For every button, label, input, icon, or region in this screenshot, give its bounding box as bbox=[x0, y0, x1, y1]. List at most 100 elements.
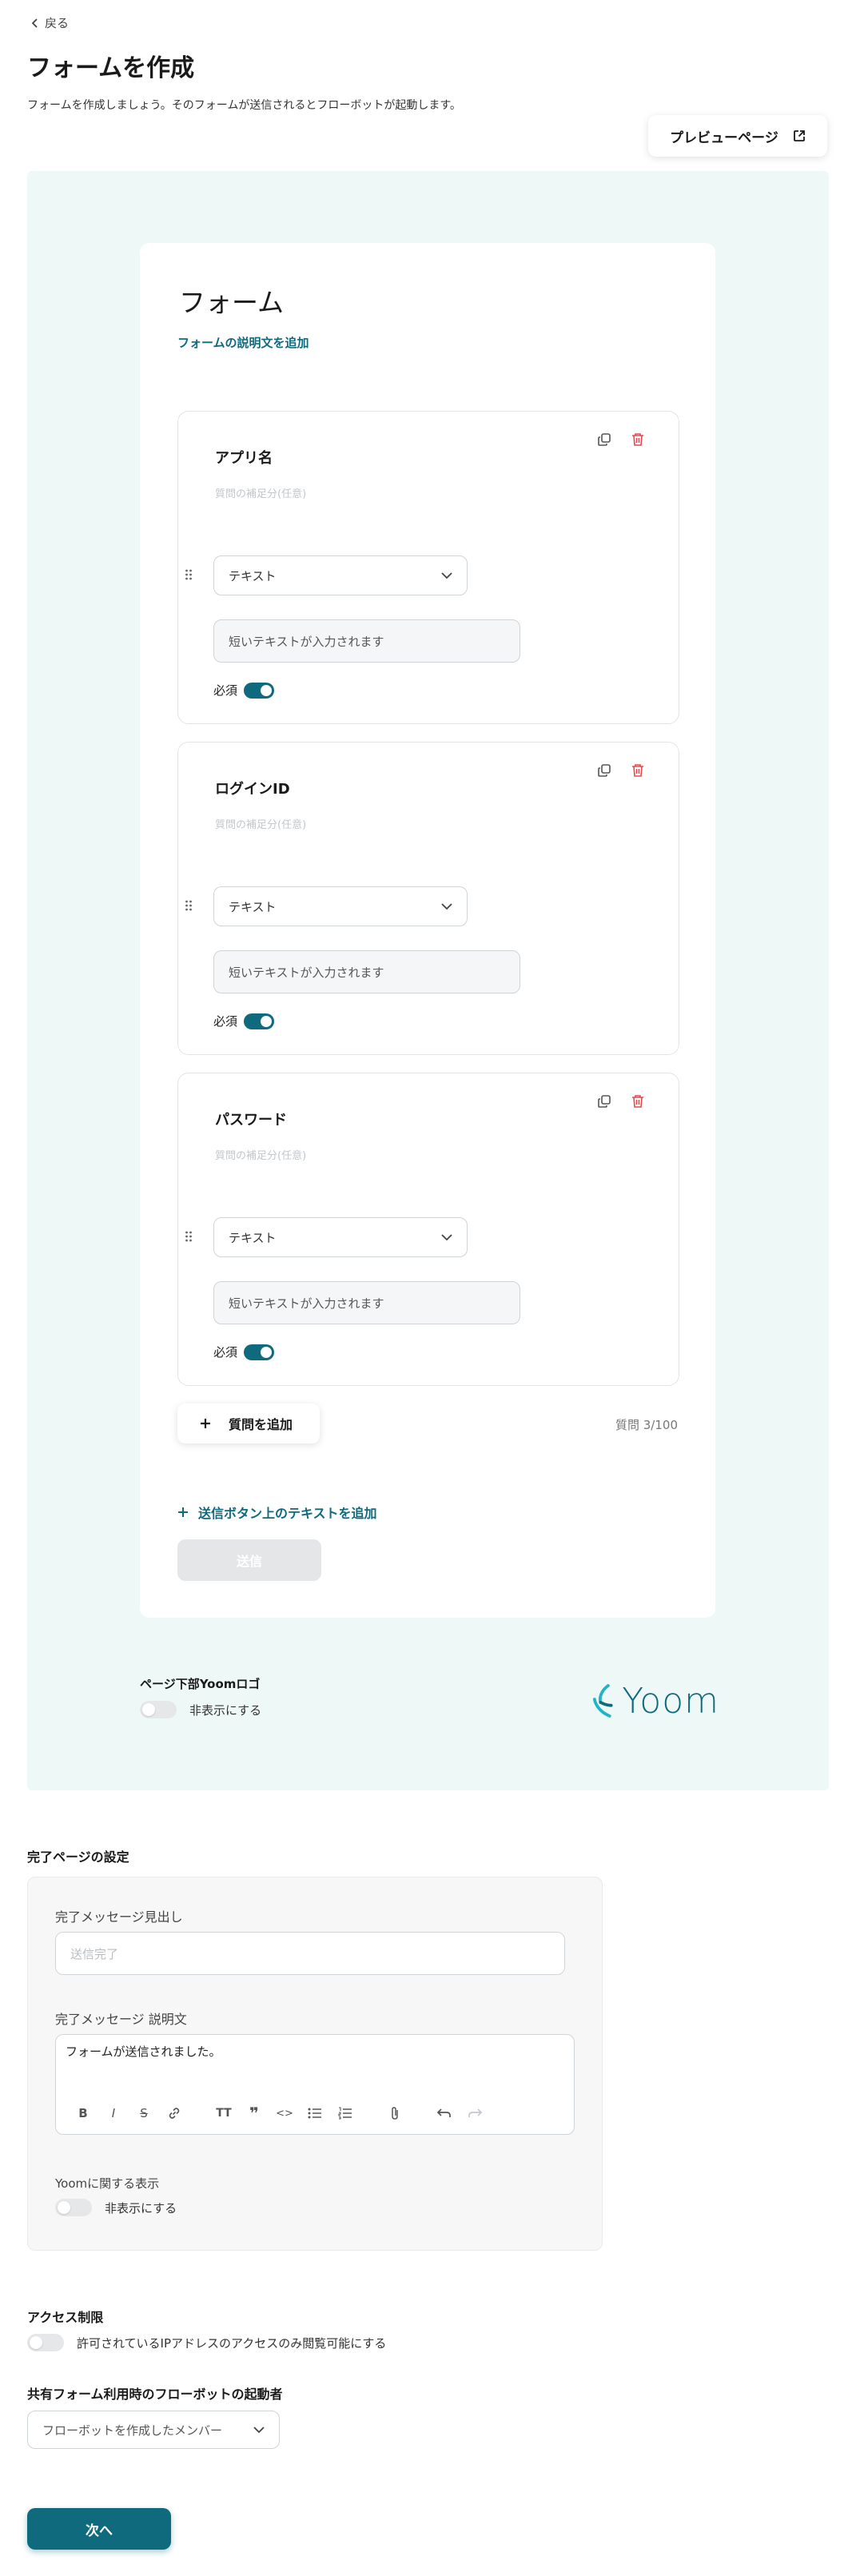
required-label: 必須 bbox=[213, 1345, 238, 1360]
shared-form-section-title: 共有フォーム利用時のフローボットの起動者 bbox=[27, 2387, 283, 2402]
required-toggle[interactable] bbox=[244, 1013, 275, 1029]
italic-icon[interactable]: I bbox=[104, 2104, 123, 2123]
heading-field-label: 完了メッセージ見出し bbox=[55, 1909, 183, 1925]
access-section-title: アクセス制限 bbox=[27, 2310, 104, 2325]
question-card: アプリ名質問の補足分(任意) テキスト短いテキストが入力されます必須 bbox=[177, 411, 679, 724]
plus-icon bbox=[201, 1419, 210, 1428]
complete-page-section-title: 完了ページの設定 bbox=[27, 1849, 129, 1865]
plus-icon bbox=[178, 1507, 188, 1517]
question-count: 質問 3/100 bbox=[615, 1418, 678, 1432]
chevron-down-icon bbox=[253, 2427, 265, 2434]
required-label: 必須 bbox=[213, 683, 238, 698]
required-toggle[interactable] bbox=[244, 682, 275, 699]
form-title[interactable]: フォーム bbox=[179, 281, 284, 320]
add-form-description-link[interactable]: フォームの説明文を追加 bbox=[177, 334, 309, 351]
question-type-select[interactable]: テキスト bbox=[213, 555, 468, 595]
hide-yoom-display-label: 非表示にする bbox=[105, 2200, 177, 2216]
chevron-down-icon bbox=[441, 572, 452, 579]
question-hint[interactable]: 質問の補足分(任意) bbox=[215, 485, 306, 500]
code-icon[interactable]: <> bbox=[275, 2104, 294, 2123]
page-title: フォームを作成 bbox=[27, 54, 195, 82]
complete-page-settings-box: 完了メッセージ見出し 送信完了 完了メッセージ 説明文 フォームが送信されました… bbox=[27, 1877, 603, 2251]
trash-icon[interactable] bbox=[629, 1093, 647, 1110]
editor-content[interactable]: フォームが送信されました。 bbox=[66, 2043, 221, 2060]
link-icon[interactable] bbox=[165, 2104, 184, 2123]
trash-icon[interactable] bbox=[629, 762, 647, 779]
external-link-icon bbox=[793, 130, 805, 141]
redo-icon[interactable] bbox=[465, 2104, 484, 2123]
duplicate-icon[interactable] bbox=[595, 431, 613, 448]
required-row: 必須 bbox=[213, 682, 275, 699]
question-type-select[interactable]: テキスト bbox=[213, 886, 468, 926]
hide-logo-label: 非表示にする bbox=[189, 1702, 262, 1718]
answer-preview-input[interactable]: 短いテキストが入力されます bbox=[213, 619, 520, 663]
complete-heading-input[interactable]: 送信完了 bbox=[55, 1932, 565, 1975]
question-actions bbox=[595, 431, 647, 448]
quote-icon[interactable]: ❞ bbox=[245, 2104, 264, 2123]
numbered-list-icon[interactable] bbox=[336, 2104, 355, 2123]
question-title[interactable]: アプリ名 bbox=[215, 447, 273, 468]
question-type-value: テキスト bbox=[229, 899, 277, 914]
back-label: 戻る bbox=[45, 16, 70, 30]
yoom-logo-mark-icon bbox=[592, 1684, 613, 1718]
chevron-down-icon bbox=[441, 1234, 452, 1241]
bold-icon[interactable]: B bbox=[74, 2104, 93, 2123]
required-label: 必須 bbox=[213, 1014, 238, 1029]
trash-icon[interactable] bbox=[629, 431, 647, 448]
editor-toolbar: B I S TT ❞ <> bbox=[74, 2104, 484, 2123]
question-card: ログインID 質問の補足分(任意) テキスト短いテキストが入力されます必須 bbox=[177, 742, 679, 1055]
required-toggle[interactable] bbox=[244, 1344, 275, 1360]
question-actions bbox=[595, 762, 647, 779]
strikethrough-icon[interactable]: S bbox=[134, 2104, 153, 2123]
page-description: フォームを作成しましょう。そのフォームが送信されるとフローボットが起動します。 bbox=[27, 99, 461, 112]
yoom-logo: Yoom bbox=[591, 1677, 719, 1725]
bullet-list-icon[interactable] bbox=[305, 2104, 324, 2123]
question-type-select[interactable]: テキスト bbox=[213, 1217, 468, 1257]
question-type-value: テキスト bbox=[229, 1230, 277, 1245]
question-actions bbox=[595, 1093, 647, 1110]
attachment-icon[interactable] bbox=[385, 2104, 404, 2123]
question-title[interactable]: パスワード bbox=[215, 1109, 287, 1129]
add-question-button[interactable]: 質問を追加 bbox=[177, 1403, 320, 1443]
chevron-down-icon bbox=[441, 903, 452, 910]
launcher-selected-value: フローボットを作成したメンバー bbox=[42, 2423, 223, 2438]
logo-setting-label: ページ下部Yoomロゴ bbox=[140, 1677, 261, 1691]
answer-preview-input[interactable]: 短いテキストが入力されます bbox=[213, 1281, 520, 1324]
drag-handle-icon[interactable] bbox=[185, 568, 196, 584]
preview-label: プレビューページ bbox=[670, 129, 778, 146]
hide-logo-toggle[interactable] bbox=[140, 1701, 177, 1718]
add-submit-text-label: 送信ボタン上のテキストを追加 bbox=[198, 1506, 377, 1521]
drag-handle-icon[interactable] bbox=[185, 1230, 196, 1246]
ip-restriction-label: 許可されているIPアドレスのアクセスのみ閲覧可能にする bbox=[77, 2335, 387, 2351]
question-hint[interactable]: 質問の補足分(任意) bbox=[215, 816, 306, 831]
answer-preview-input[interactable]: 短いテキストが入力されます bbox=[213, 950, 520, 993]
next-button[interactable]: 次へ bbox=[27, 2508, 171, 2550]
question-title[interactable]: ログインID bbox=[215, 778, 290, 798]
add-question-label: 質問を追加 bbox=[229, 1417, 293, 1432]
drag-handle-icon[interactable] bbox=[185, 899, 196, 915]
question-card: パスワード質問の補足分(任意) テキスト短いテキストが入力されます必須 bbox=[177, 1073, 679, 1386]
launcher-select[interactable]: フローボットを作成したメンバー bbox=[27, 2411, 280, 2449]
yoom-display-label: Yoomに関する表示 bbox=[55, 2176, 160, 2191]
logo-toggle-row: 非表示にする bbox=[140, 1701, 261, 1718]
preview-page-button[interactable]: プレビューページ bbox=[648, 115, 827, 157]
back-link[interactable]: 戻る bbox=[30, 14, 69, 31]
access-toggle-row: 許可されているIPアドレスのアクセスのみ閲覧可能にする bbox=[27, 2334, 386, 2351]
ip-restriction-toggle[interactable] bbox=[27, 2334, 64, 2351]
complete-description-editor[interactable]: フォームが送信されました。 B I S TT ❞ <> bbox=[55, 2034, 575, 2135]
question-hint[interactable]: 質問の補足分(任意) bbox=[215, 1147, 306, 1162]
add-submit-text-link[interactable]: 送信ボタン上のテキストを追加 bbox=[177, 1503, 377, 1522]
yoom-display-toggle-row: 非表示にする bbox=[55, 2199, 177, 2216]
submit-button[interactable]: 送信 bbox=[177, 1539, 321, 1581]
question-type-value: テキスト bbox=[229, 568, 277, 583]
required-row: 必須 bbox=[213, 1344, 275, 1360]
duplicate-icon[interactable] bbox=[595, 1093, 613, 1110]
heading-icon[interactable]: TT bbox=[214, 2104, 233, 2123]
chevron-left-icon bbox=[31, 18, 38, 28]
required-row: 必須 bbox=[213, 1013, 275, 1029]
yoom-logo-text: Yoom bbox=[622, 1680, 719, 1722]
description-field-label: 完了メッセージ 説明文 bbox=[55, 2012, 187, 2027]
duplicate-icon[interactable] bbox=[595, 762, 613, 779]
hide-yoom-display-toggle[interactable] bbox=[55, 2199, 92, 2216]
undo-icon[interactable] bbox=[435, 2104, 454, 2123]
